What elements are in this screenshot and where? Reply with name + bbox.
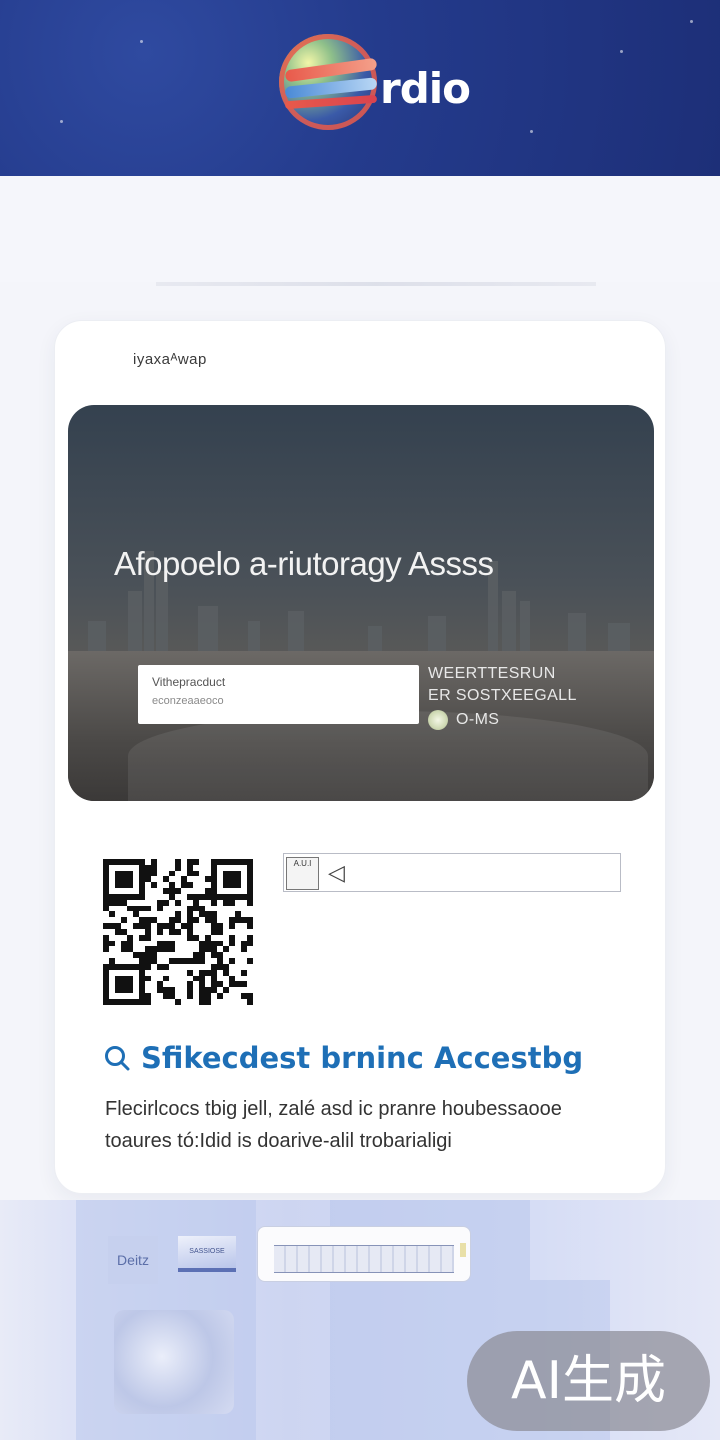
sparkle-decor xyxy=(690,20,693,23)
header-band xyxy=(0,176,720,282)
desc-line-2: toaures tó:Idid is doarive-alil trobaria… xyxy=(105,1130,452,1152)
app-header: rdio xyxy=(0,0,720,176)
feature-heading: Sfikecdest brninc Accestbg xyxy=(103,1041,583,1075)
play-back-icon[interactable]: ◁ xyxy=(328,862,345,884)
sparkle-decor xyxy=(530,130,533,133)
feature-title-text: Sfikecdest brninc Accestbg xyxy=(141,1041,584,1075)
status-dot-icon xyxy=(428,710,448,730)
sparkle-decor xyxy=(620,50,623,53)
hero-side-info: WEERTTESRUN ER SOSTXEEGALL O-MS xyxy=(428,663,577,731)
ai-generated-badge: AI生成 xyxy=(467,1331,710,1431)
footer-slider[interactable] xyxy=(257,1226,471,1282)
footer-image xyxy=(114,1310,234,1414)
sparkle-decor xyxy=(60,120,63,123)
thumbnail-label: A.U.I xyxy=(293,859,312,868)
search-icon xyxy=(105,1046,130,1071)
slider-track xyxy=(274,1245,454,1273)
qr-code[interactable] xyxy=(103,859,253,1005)
footer-thumb[interactable]: Deitz xyxy=(108,1236,158,1284)
side-line-3: O-MS xyxy=(456,711,500,728)
input-label: Vithepracduct xyxy=(152,675,226,689)
side-line-2: ER SOSTXEEGALL xyxy=(428,687,577,704)
footer-thumb[interactable]: SASSIOSE xyxy=(178,1236,236,1272)
feature-description: Flecirlcocs tbig jell, zalé asd ic pranr… xyxy=(105,1093,625,1157)
divider xyxy=(156,282,596,286)
hero-title: Afopoelo a-riutoragy Assss xyxy=(114,545,494,582)
mini-panel[interactable]: A.U.I ◁ xyxy=(283,853,621,892)
brand-logo-icon xyxy=(279,34,378,130)
sparkle-decor xyxy=(140,40,143,43)
product-search-field[interactable]: Vithepracduct econzeaaeoco xyxy=(138,665,419,724)
slider-knob[interactable] xyxy=(460,1243,466,1257)
thumbnail-icon: A.U.I xyxy=(286,857,319,890)
hero-banner: Afopoelo a-riutoragy Assss Vithepracduct… xyxy=(68,405,654,801)
brand-name: rdio xyxy=(380,64,471,113)
input-value: econzeaaeoco xyxy=(152,695,224,707)
desc-line-1: Flecirlcocs tbig jell, zalé asd ic pranr… xyxy=(105,1098,562,1120)
main-card: iyaxaᴬwap Afopoelo a-riutoragy Assss Vit… xyxy=(54,320,666,1194)
card-label: iyaxaᴬwap xyxy=(133,351,207,368)
side-line-1: WEERTTESRUN xyxy=(428,665,556,682)
